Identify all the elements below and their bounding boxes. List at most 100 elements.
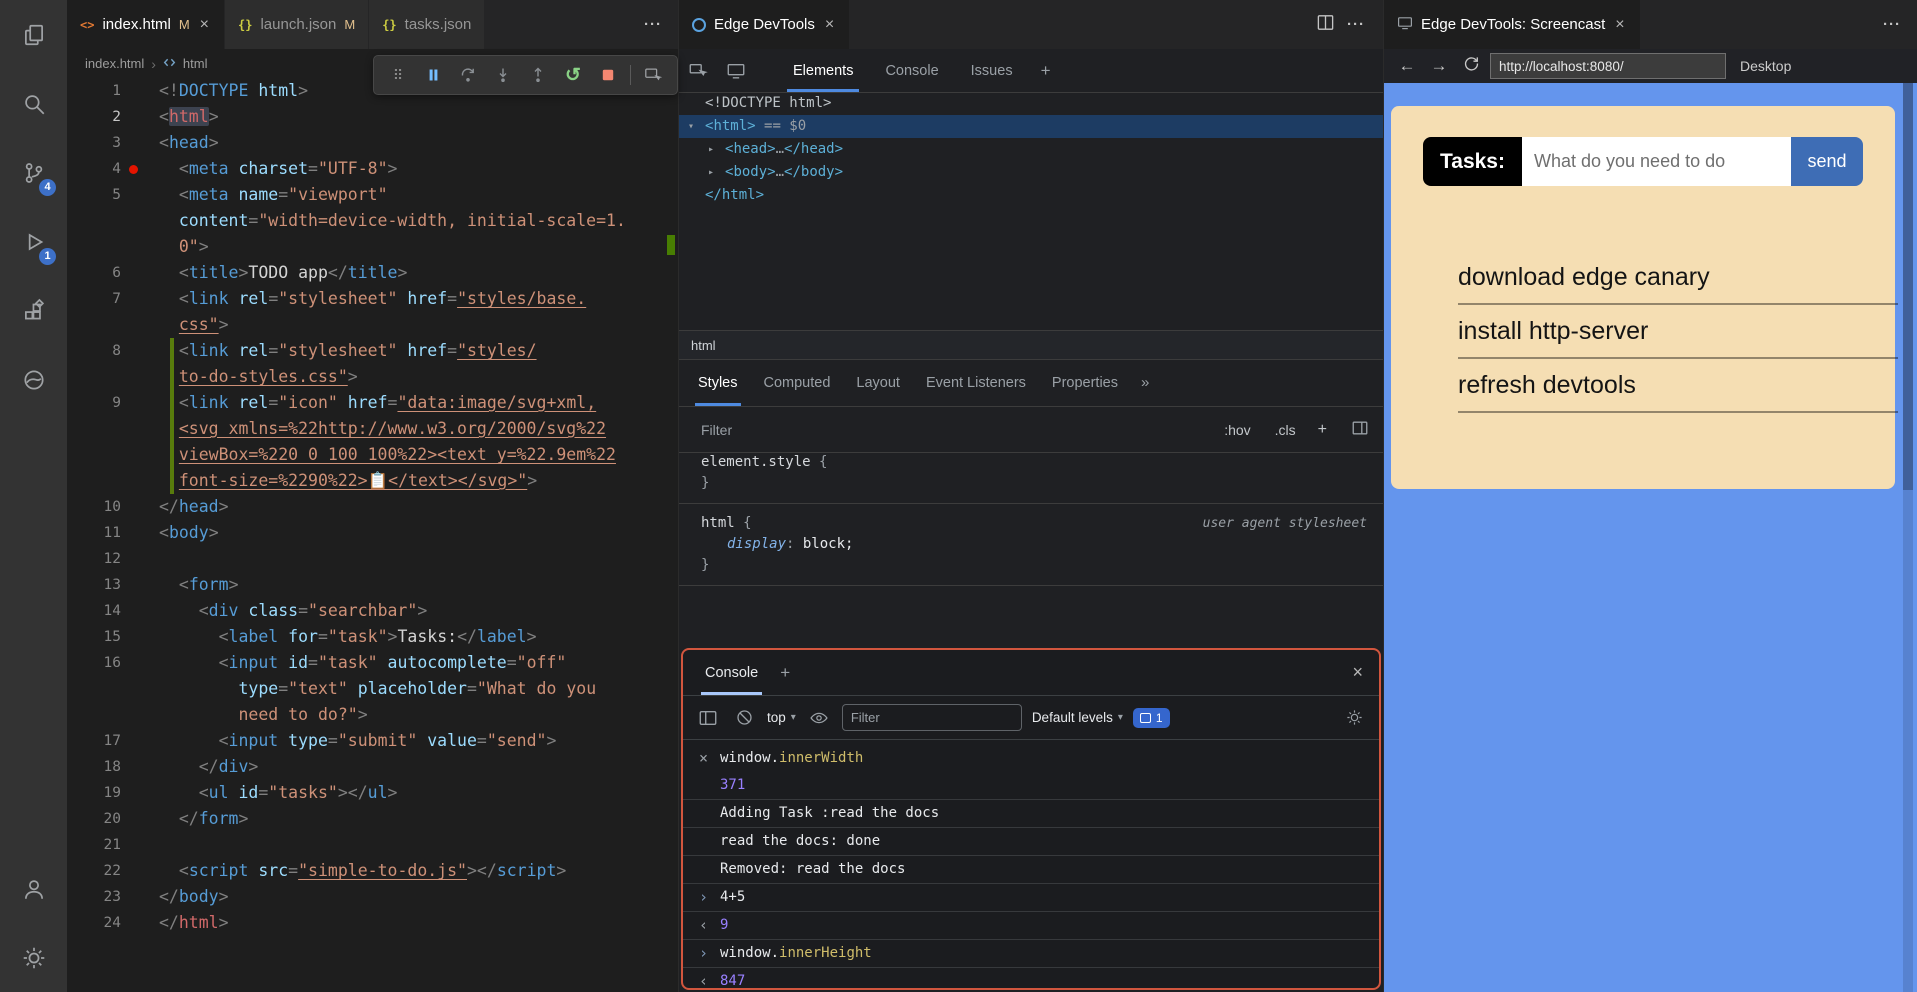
code-line[interactable]: 6 <title>TODO app</title> — [67, 260, 678, 286]
reload-icon[interactable] — [1458, 55, 1484, 77]
toggle-hover-state-button[interactable]: :hov — [1212, 422, 1262, 438]
line-number[interactable]: 15 — [67, 624, 121, 650]
code-line[interactable]: to-do-styles.css"> — [67, 364, 678, 390]
todo-item[interactable]: refresh devtools — [1458, 359, 1898, 413]
tab-properties[interactable]: Properties — [1039, 359, 1131, 406]
send-button[interactable]: send — [1791, 137, 1863, 186]
forward-icon[interactable]: → — [1426, 56, 1452, 76]
line-number[interactable]: 21 — [67, 832, 121, 858]
rule-selector[interactable]: html — [701, 515, 735, 531]
url-input[interactable] — [1490, 53, 1726, 79]
split-editor-icon[interactable] — [1316, 13, 1335, 37]
screencast-scrollbar[interactable] — [1903, 83, 1913, 992]
breakpoint-dot[interactable] — [129, 165, 138, 174]
line-number[interactable]: 2 — [67, 104, 121, 130]
code-line[interactable]: 23 </body> — [67, 884, 678, 910]
tab-launch-json[interactable]: {} launch.json M — [225, 0, 370, 49]
dom-tree-node[interactable]: <!DOCTYPE html> — [679, 92, 1383, 115]
tab-index-html[interactable]: <> index.html M × — [67, 0, 226, 49]
pause-icon[interactable] — [417, 60, 449, 90]
elements-tree[interactable]: <!DOCTYPE html> ▾ <html> == $0 ▸ <head>…</he… — [679, 92, 1383, 330]
console-message[interactable]: × window.innerWidth — [683, 745, 1379, 772]
screencast-toggle-icon[interactable] — [717, 49, 755, 92]
elements-breadcrumb[interactable]: html — [679, 330, 1383, 360]
account-icon[interactable] — [0, 854, 67, 923]
restart-icon[interactable]: ↺ — [557, 60, 589, 90]
code-line[interactable]: type="text" placeholder="What do you — [67, 676, 678, 702]
line-number[interactable]: 8 — [67, 338, 121, 364]
tab-screencast[interactable]: Edge DevTools: Screencast × — [1384, 0, 1641, 49]
scrollbar-thumb[interactable] — [1903, 83, 1913, 490]
drag-handle-icon[interactable]: ⠿ — [382, 60, 414, 90]
step-over-icon[interactable] — [452, 60, 484, 90]
code-line[interactable]: 7 <link rel="stylesheet" href="styles/ba… — [67, 286, 678, 312]
console-message[interactable]: 371 — [683, 772, 1379, 799]
line-number[interactable]: 23 — [67, 884, 121, 910]
code-line[interactable]: 0"> — [67, 234, 678, 260]
live-expression-eye-icon[interactable] — [806, 705, 832, 731]
code-line[interactable]: 10 </head> — [67, 494, 678, 520]
line-number[interactable]: 3 — [67, 130, 121, 156]
code-line[interactable]: 5 <meta name="viewport" — [67, 182, 678, 208]
tab-computed[interactable]: Computed — [751, 359, 844, 406]
console-sidebar-icon[interactable] — [695, 705, 721, 731]
console-settings-gear-icon[interactable] — [1341, 705, 1367, 731]
line-number[interactable]: 9 — [67, 390, 121, 416]
crumb-html[interactable]: html — [691, 338, 716, 353]
code-line[interactable]: 2 <html> — [67, 104, 678, 130]
dom-tree-node[interactable]: </html> — [679, 184, 1383, 207]
todo-item[interactable]: download edge canary — [1458, 251, 1898, 305]
line-number[interactable]: 7 — [67, 286, 121, 312]
todo-item[interactable]: install http-server — [1458, 305, 1898, 359]
extensions-icon[interactable] — [0, 276, 67, 345]
code-line[interactable]: 24 </html> — [67, 910, 678, 936]
close-console-icon[interactable]: × — [1350, 662, 1365, 683]
expand-arrow-icon[interactable]: ▾ — [688, 115, 694, 138]
close-icon[interactable]: × — [198, 16, 211, 34]
line-number[interactable]: 1 — [67, 78, 121, 104]
console-message[interactable]: Removed: read the docs — [683, 856, 1379, 883]
clear-console-icon[interactable] — [731, 705, 757, 731]
code-line[interactable]: 15 <label for="task">Tasks:</label> — [67, 624, 678, 650]
code-line[interactable]: need to do?"> — [67, 702, 678, 728]
code-line[interactable]: 18 </div> — [67, 754, 678, 780]
add-tab-icon[interactable]: + — [1029, 49, 1063, 92]
line-number[interactable]: 16 — [67, 650, 121, 676]
tab-tasks-json[interactable]: {} tasks.json — [369, 0, 486, 49]
line-number[interactable]: 12 — [67, 546, 121, 572]
line-number[interactable]: 11 — [67, 520, 121, 546]
dom-tree-node[interactable]: ▸ <body>…</body> — [679, 161, 1383, 184]
line-number[interactable]: 24 — [67, 910, 121, 936]
more-tabs-icon[interactable]: ··· — [628, 16, 678, 33]
code-line[interactable]: 12 — [67, 546, 678, 572]
explorer-icon[interactable] — [0, 0, 67, 69]
close-icon[interactable]: × — [823, 16, 836, 34]
console-message[interactable]: Adding Task :read the docs — [683, 800, 1379, 827]
styles-filter-input[interactable]: Filter — [679, 422, 1212, 438]
console-messages[interactable]: × window.innerWidth 371 Adding Task :read t… — [683, 740, 1379, 988]
line-number[interactable]: 13 — [67, 572, 121, 598]
code-line[interactable]: 16 <input id="task" autocomplete="off" — [67, 650, 678, 676]
code-line[interactable]: <svg xmlns=%22http://www.w3.org/2000/svg… — [67, 416, 678, 442]
css-property[interactable]: display — [727, 536, 786, 552]
more-actions-icon[interactable]: ··· — [1339, 16, 1373, 33]
tab-event-listeners[interactable]: Event Listeners — [913, 359, 1039, 406]
line-number[interactable]: 14 — [67, 598, 121, 624]
line-number[interactable]: 4 — [67, 156, 121, 182]
line-number[interactable]: 18 — [67, 754, 121, 780]
tab-console-drawer[interactable]: Console — [697, 650, 766, 695]
context-selector[interactable]: top ▾ — [767, 710, 796, 725]
code-line[interactable]: 22 <script src="simple-to-do.js"></scrip… — [67, 858, 678, 884]
breadcrumb-file[interactable]: index.html — [85, 56, 144, 71]
line-number[interactable]: 20 — [67, 806, 121, 832]
back-icon[interactable]: ← — [1394, 56, 1420, 76]
tab-elements[interactable]: Elements — [777, 49, 869, 92]
code-line[interactable]: 4 <meta charset="UTF-8"> — [67, 156, 678, 182]
line-number[interactable]: 6 — [67, 260, 121, 286]
add-console-tab-icon[interactable]: + — [766, 663, 804, 683]
expand-arrow-icon[interactable]: ▸ — [708, 161, 714, 184]
toggle-classes-button[interactable]: .cls — [1263, 422, 1308, 438]
code-line[interactable]: 20 </form> — [67, 806, 678, 832]
run-and-debug-icon[interactable]: 1 — [0, 207, 67, 276]
issues-count-badge[interactable]: 1 — [1132, 707, 1170, 728]
